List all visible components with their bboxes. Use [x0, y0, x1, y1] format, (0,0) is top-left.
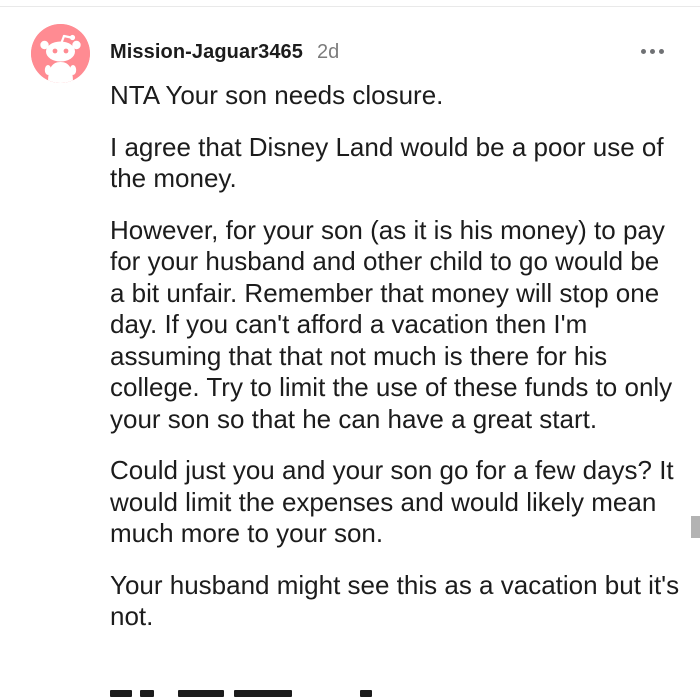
comment-body: NTA Your son needs closure. I agree that… — [110, 80, 680, 653]
snoo-avatar-icon — [31, 24, 90, 83]
comment-paragraph: I agree that Disney Land would be a poor… — [110, 131, 664, 194]
user-avatar[interactable] — [31, 24, 90, 83]
comment: Mission-Jaguar3465 2d NTA Your son needs… — [0, 0, 700, 697]
scrollbar-thumb[interactable] — [691, 516, 700, 538]
comment-paragraph: Could just you and your son go for a few… — [110, 455, 674, 548]
more-dot — [659, 49, 664, 54]
more-options-icon[interactable] — [641, 46, 667, 58]
more-dot — [641, 49, 646, 54]
comment-paragraph: NTA Your son needs closure. — [110, 80, 444, 110]
more-dot — [650, 49, 655, 54]
comment-paragraph: However, for your son (as it is his mone… — [110, 214, 673, 434]
comment-age: 2d — [317, 41, 340, 63]
username-link[interactable]: Mission-Jaguar3465 — [110, 41, 303, 64]
comment-paragraph: Your husband might see this as a vacatio… — [110, 569, 680, 632]
comment-header: Mission-Jaguar3465 2d — [110, 41, 339, 67]
cut-off-next-line — [110, 690, 450, 697]
